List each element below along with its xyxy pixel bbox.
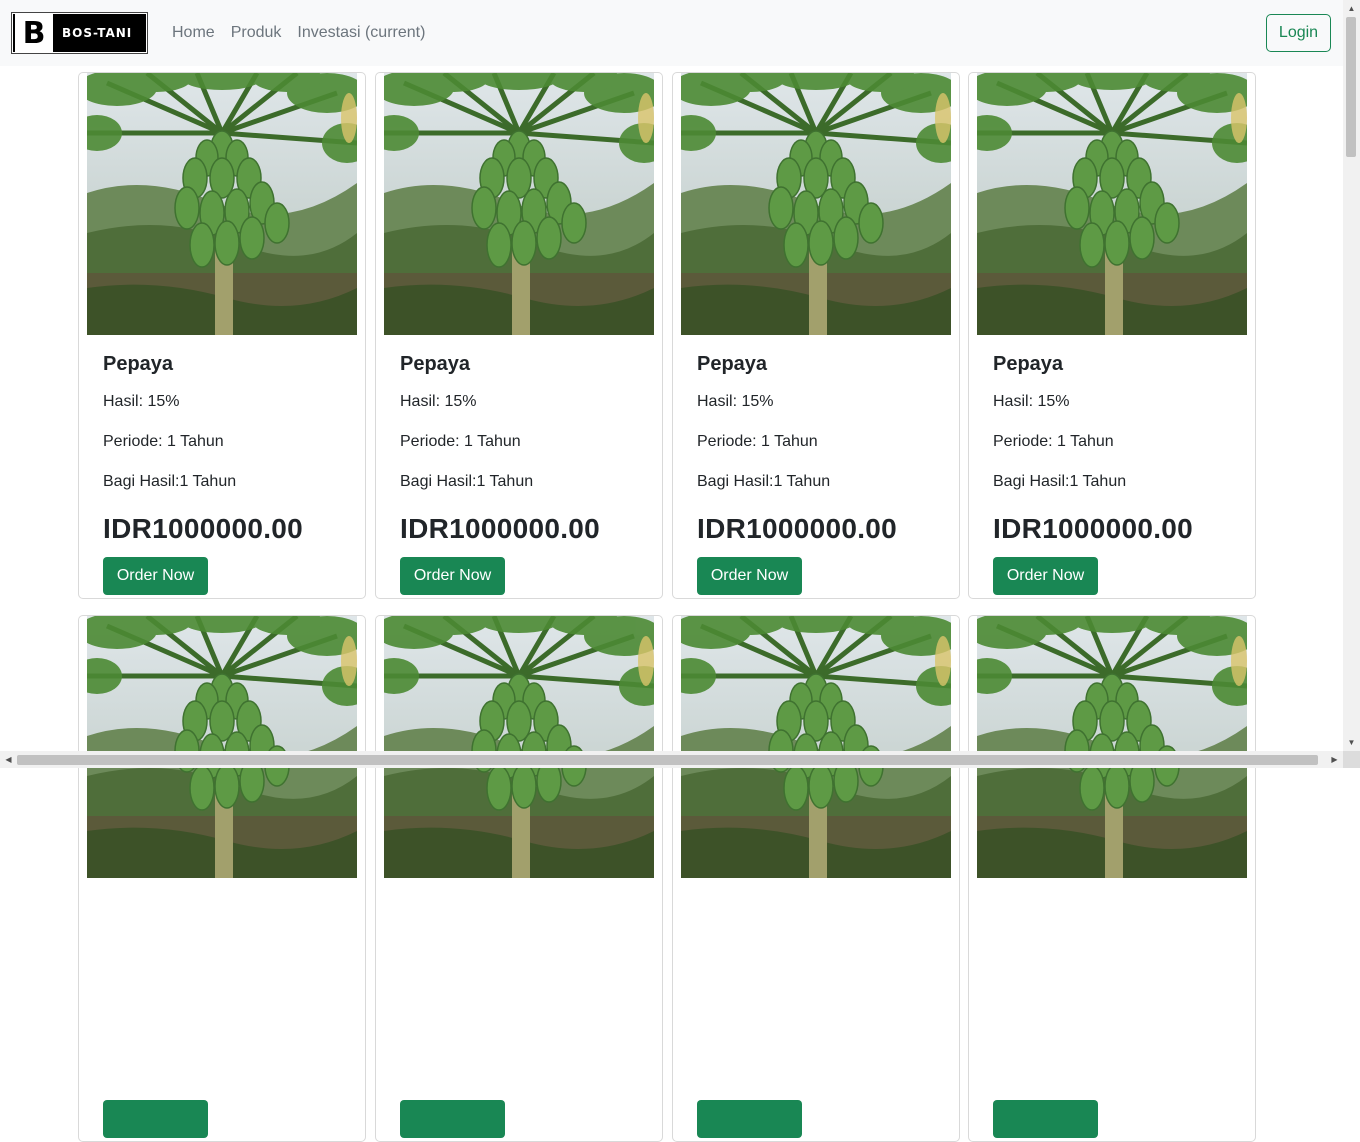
brand-letter: B xyxy=(15,14,53,52)
product-image xyxy=(384,73,654,335)
product-hasil xyxy=(697,936,937,962)
card-body xyxy=(400,896,640,1141)
product-image xyxy=(977,73,1247,335)
product-periode: Periode: 1 Tahun xyxy=(697,433,818,450)
scrollbar-corner xyxy=(1343,751,1360,768)
product-hasil: Hasil: 15% xyxy=(400,393,477,410)
product-periode xyxy=(400,976,640,1002)
horizontal-scrollbar[interactable]: ◀ ▶ xyxy=(0,751,1343,768)
scroll-up-arrow-icon[interactable]: ▲ xyxy=(1343,0,1360,17)
order-now-button[interactable]: Order Now xyxy=(697,557,802,595)
product-hasil xyxy=(993,936,1233,962)
product-hasil xyxy=(103,936,343,962)
card-body xyxy=(697,896,937,1141)
nav-link-investasi[interactable]: Investasi (current) xyxy=(297,24,425,42)
product-card: Pepaya Hasil: 15% Periode: 1 Tahun Bagi … xyxy=(78,72,366,599)
product-image xyxy=(977,616,1247,878)
vertical-scrollbar[interactable]: ▲ ▼ xyxy=(1343,0,1360,751)
scroll-right-arrow-icon[interactable]: ▶ xyxy=(1326,751,1343,768)
product-periode: Periode: 1 Tahun xyxy=(103,433,224,450)
brand-text: BOS-TANI xyxy=(62,26,133,40)
order-now-button[interactable] xyxy=(993,1100,1098,1138)
product-card: Pepaya Hasil: 15% Periode: 1 Tahun Bagi … xyxy=(375,72,663,599)
product-price: IDR1000000.00 xyxy=(103,513,304,544)
product-name xyxy=(400,896,640,922)
product-periode xyxy=(697,976,937,1002)
vertical-scroll-thumb[interactable] xyxy=(1346,17,1356,157)
product-price xyxy=(993,1056,1233,1090)
nav-link-produk[interactable]: Produk xyxy=(231,24,282,42)
product-hasil: Hasil: 15% xyxy=(697,393,774,410)
product-bagi-hasil: Bagi Hasil:1 Tahun xyxy=(697,473,831,490)
product-price: IDR1000000.00 xyxy=(697,513,898,544)
product-name xyxy=(993,896,1233,922)
product-price: IDR1000000.00 xyxy=(993,513,1194,544)
product-bagi-hasil xyxy=(400,1016,640,1042)
product-hasil: Hasil: 15% xyxy=(993,393,1070,410)
card-body: Pepaya Hasil: 15% Periode: 1 Tahun Bagi … xyxy=(697,353,937,595)
product-bagi-hasil xyxy=(697,1016,937,1042)
brand-logo[interactable]: B BOS-TANI xyxy=(11,12,148,54)
product-periode xyxy=(993,976,1233,1002)
product-periode: Periode: 1 Tahun xyxy=(993,433,1114,450)
navbar: B BOS-TANI Home Produk Investasi (curren… xyxy=(0,0,1343,66)
login-button[interactable]: Login xyxy=(1266,14,1331,52)
order-now-button[interactable]: Order Now xyxy=(103,557,208,595)
order-now-button[interactable] xyxy=(103,1100,208,1138)
card-body: Pepaya Hasil: 15% Periode: 1 Tahun Bagi … xyxy=(400,353,640,595)
product-name: Pepaya xyxy=(400,353,471,375)
product-periode: Periode: 1 Tahun xyxy=(400,433,521,450)
product-price xyxy=(400,1056,640,1090)
product-price: IDR1000000.00 xyxy=(400,513,601,544)
product-image xyxy=(87,73,357,335)
order-now-button[interactable]: Order Now xyxy=(993,557,1098,595)
order-now-button[interactable] xyxy=(697,1100,802,1138)
product-image xyxy=(681,616,951,878)
card-body xyxy=(993,896,1233,1141)
product-card xyxy=(968,615,1256,1142)
product-name: Pepaya xyxy=(993,353,1064,375)
product-bagi-hasil xyxy=(993,1016,1233,1042)
product-image xyxy=(87,616,357,878)
card-body xyxy=(103,896,343,1141)
horizontal-scroll-thumb[interactable] xyxy=(17,755,1318,765)
nav-link-home[interactable]: Home xyxy=(172,24,215,42)
product-name: Pepaya xyxy=(103,353,174,375)
product-hasil: Hasil: 15% xyxy=(103,393,180,410)
order-now-button[interactable] xyxy=(400,1100,505,1138)
product-bagi-hasil xyxy=(103,1016,343,1042)
product-price xyxy=(103,1056,343,1090)
card-body: Pepaya Hasil: 15% Periode: 1 Tahun Bagi … xyxy=(993,353,1233,595)
product-bagi-hasil: Bagi Hasil:1 Tahun xyxy=(103,473,237,490)
product-image xyxy=(681,73,951,335)
product-card xyxy=(78,615,366,1142)
product-name xyxy=(697,896,937,922)
product-periode xyxy=(103,976,343,1002)
product-card: Pepaya Hasil: 15% Periode: 1 Tahun Bagi … xyxy=(968,72,1256,599)
product-price xyxy=(697,1056,937,1090)
product-image xyxy=(384,616,654,878)
product-hasil xyxy=(400,936,640,962)
product-name xyxy=(103,896,343,922)
product-bagi-hasil: Bagi Hasil:1 Tahun xyxy=(400,473,534,490)
product-card xyxy=(672,615,960,1142)
product-bagi-hasil: Bagi Hasil:1 Tahun xyxy=(993,473,1127,490)
product-card xyxy=(375,615,663,1142)
scroll-down-arrow-icon[interactable]: ▼ xyxy=(1343,734,1360,751)
product-card: Pepaya Hasil: 15% Periode: 1 Tahun Bagi … xyxy=(672,72,960,599)
product-name: Pepaya xyxy=(697,353,768,375)
scroll-left-arrow-icon[interactable]: ◀ xyxy=(0,751,17,768)
order-now-button[interactable]: Order Now xyxy=(400,557,505,595)
nav-links: Home Produk Investasi (current) xyxy=(172,0,441,66)
card-body: Pepaya Hasil: 15% Periode: 1 Tahun Bagi … xyxy=(103,353,343,595)
